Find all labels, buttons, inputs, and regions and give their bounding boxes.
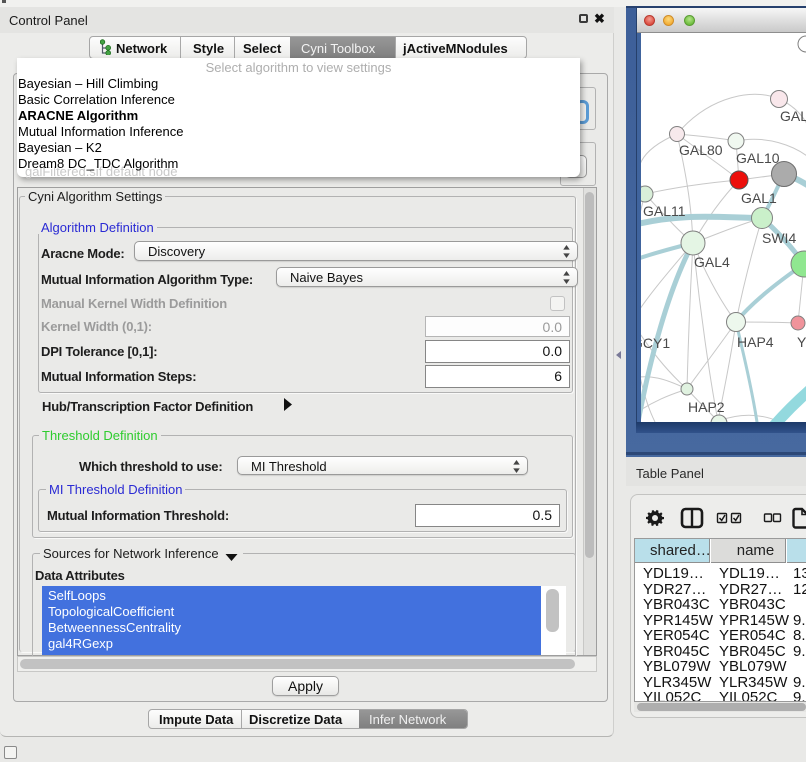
svg-text:GAL80: GAL80 — [679, 142, 723, 158]
svg-text:Y: Y — [797, 334, 806, 350]
svg-text:GAL10: GAL10 — [736, 150, 780, 166]
svg-text:GAL7: GAL7 — [780, 108, 806, 124]
svg-text:GAL4: GAL4 — [694, 254, 730, 270]
svg-text:GAL11: GAL11 — [643, 203, 686, 219]
svg-text:GAL1: GAL1 — [741, 190, 777, 206]
svg-text:HAP2: HAP2 — [688, 399, 725, 415]
svg-text:HAP4: HAP4 — [737, 334, 774, 350]
svg-text:GCY1: GCY1 — [641, 335, 670, 351]
svg-text:SWI4: SWI4 — [762, 230, 796, 246]
